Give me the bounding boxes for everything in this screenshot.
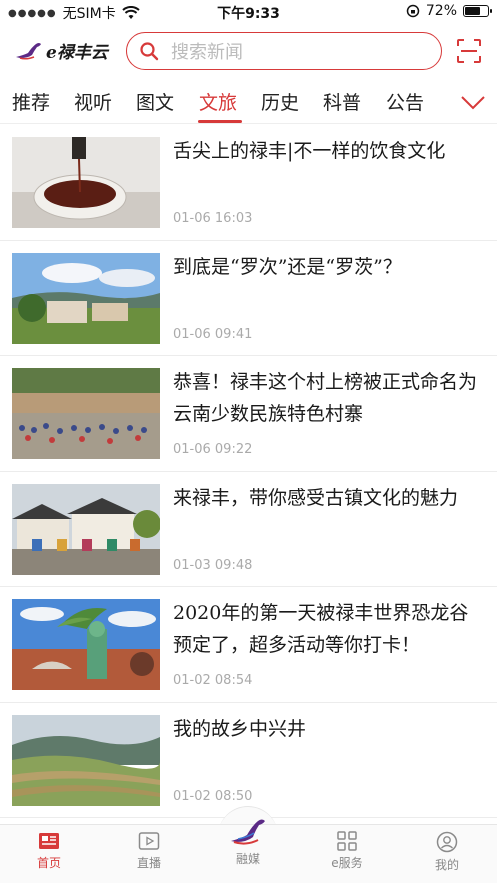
- rotation-lock-icon: [406, 4, 420, 18]
- news-thumbnail: [12, 368, 160, 459]
- nav-label: 首页: [36, 856, 61, 870]
- news-home-icon: [39, 833, 59, 849]
- list-item[interactable]: 恭喜！禄丰这个村上榜被正式命名为云南少数民族特色村寨 01-06 09:22: [0, 356, 497, 472]
- list-item[interactable]: 2020年的第一天被禄丰世界恐龙谷预定了，超多活动等你打卡！ 01-02 08:…: [0, 587, 497, 703]
- logo-text: e禄丰云: [46, 43, 108, 63]
- news-title: 恭喜！禄丰这个村上榜被正式命名为云南少数民族特色村寨: [173, 371, 478, 425]
- search-input[interactable]: 搜索新闻: [126, 32, 442, 70]
- grid-services-icon: [337, 831, 357, 851]
- chevron-down-icon[interactable]: [460, 92, 486, 112]
- scan-icon[interactable]: [456, 38, 482, 64]
- nav-label: 直播: [136, 856, 161, 870]
- nav-live[interactable]: 直播: [119, 831, 179, 871]
- list-item[interactable]: 舌尖上的禄丰|不一样的饮食文化 01-06 16:03: [0, 125, 497, 241]
- app-logo[interactable]: e禄丰云: [14, 38, 108, 63]
- nav-profile[interactable]: 我的: [417, 831, 477, 873]
- active-tab-indicator: [198, 120, 242, 123]
- news-timestamp: 01-06 16:03: [173, 211, 253, 226]
- nav-media[interactable]: 融媒: [218, 817, 278, 867]
- dinosaur-logo-icon: [16, 42, 41, 60]
- category-tabs: 推荐 视听 图文 文旅 历史 科普 公告: [0, 84, 497, 124]
- news-thumbnail: [12, 252, 160, 344]
- tab-audiovisual[interactable]: 视听: [74, 88, 112, 115]
- news-timestamp: 01-06 09:22: [173, 442, 253, 457]
- news-title: 到底是“罗次”还是“罗茨”？: [173, 255, 402, 278]
- news-title: 来禄丰，带你感受古镇文化的魅力: [173, 486, 459, 509]
- status-right: 72%: [406, 3, 492, 19]
- news-timestamp: 01-02 08:50: [173, 788, 253, 804]
- profile-icon: [436, 831, 458, 853]
- nav-home[interactable]: 首页: [19, 831, 79, 871]
- news-title: 2020年的第一天被禄丰世界恐龙谷预定了，超多活动等你打卡！: [173, 602, 469, 656]
- news-title: 我的故乡中兴井: [173, 717, 307, 740]
- live-play-icon: [138, 832, 160, 850]
- app-header: e禄丰云 搜索新闻: [0, 30, 497, 72]
- list-item[interactable]: 来禄丰，带你感受古镇文化的魅力 01-03 09:48: [0, 472, 497, 587]
- news-title: 舌尖上的禄丰|不一样的饮食文化: [173, 140, 446, 162]
- news-thumbnail: [12, 714, 160, 806]
- nav-label: 融媒: [235, 852, 260, 866]
- tab-announcement[interactable]: 公告: [386, 88, 424, 115]
- news-timestamp: 01-03 09:48: [173, 557, 253, 573]
- dinosaur-logo-icon: [231, 819, 265, 845]
- news-timestamp: 01-06 09:41: [173, 326, 253, 342]
- battery-icon: [463, 5, 492, 17]
- bottom-navigation: 首页 直播 融媒 e服务 我的: [0, 819, 497, 883]
- nav-services[interactable]: e服务: [317, 831, 377, 871]
- news-list: 舌尖上的禄丰|不一样的饮食文化 01-06 16:03 到底是“罗次”还是“罗茨…: [0, 125, 497, 818]
- tab-science[interactable]: 科普: [323, 88, 361, 115]
- nav-label: 我的: [434, 858, 459, 872]
- tab-photo-text[interactable]: 图文: [136, 88, 174, 115]
- battery-fill: [465, 7, 481, 15]
- list-item[interactable]: 到底是“罗次”还是“罗茨”？ 01-06 09:41: [0, 241, 497, 356]
- news-timestamp: 01-02 08:54: [173, 673, 253, 688]
- list-item[interactable]: 我的故乡中兴井 01-02 08:50: [0, 703, 497, 818]
- news-thumbnail: [12, 599, 160, 690]
- status-bar: ●●●●● 无SIM卡 下午9:33 72%: [0, 0, 497, 24]
- tab-culture-tourism[interactable]: 文旅: [199, 88, 237, 115]
- search-placeholder: 搜索新闻: [171, 42, 243, 63]
- search-icon: [140, 42, 159, 61]
- battery-percent: 72%: [425, 3, 457, 19]
- news-thumbnail: [12, 483, 160, 575]
- tab-history[interactable]: 历史: [261, 88, 299, 115]
- nav-label: e服务: [331, 856, 363, 870]
- tab-recommend[interactable]: 推荐: [12, 88, 50, 115]
- news-thumbnail: [12, 137, 160, 228]
